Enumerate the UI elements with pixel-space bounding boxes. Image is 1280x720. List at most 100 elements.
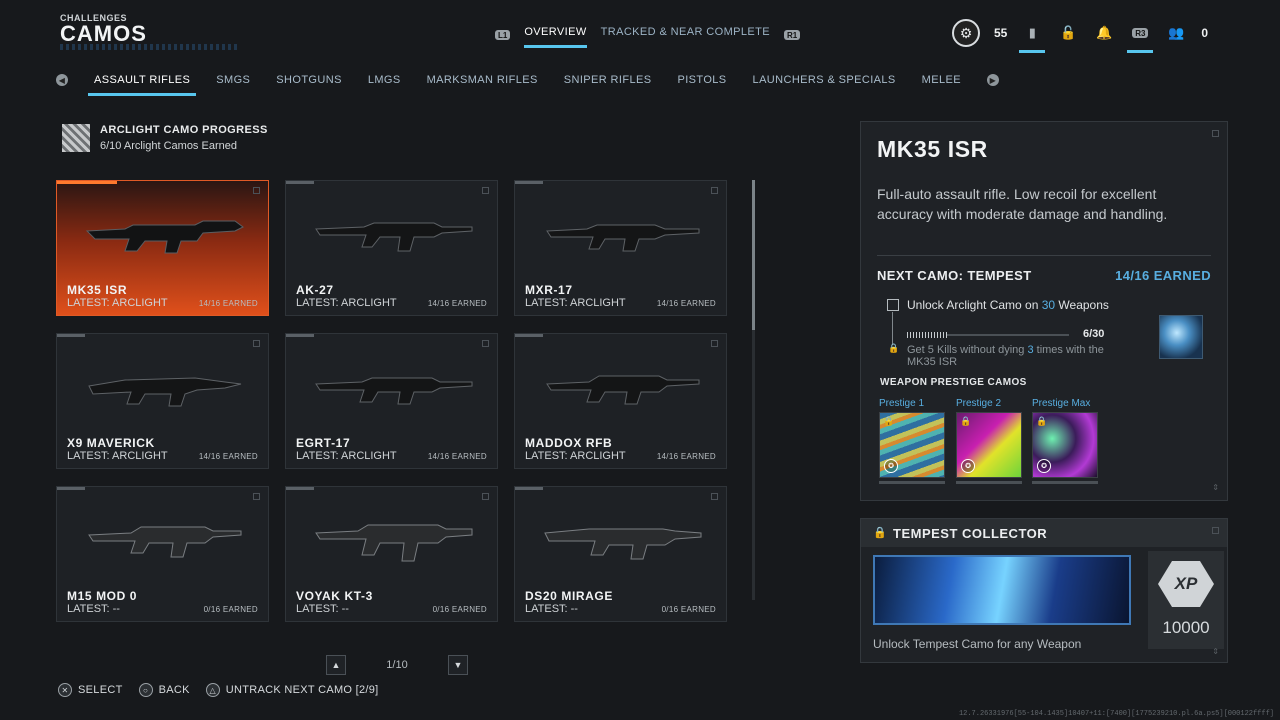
tempest-collector-panel: 🔒 TEMPEST COLLECTOR XP 10000 Unlock Temp… — [860, 518, 1228, 663]
grid-scrollbar-thumb[interactable] — [752, 180, 755, 330]
panel-corner-icon — [1212, 527, 1219, 534]
weapon-name: M15 MOD 0 — [67, 589, 138, 603]
weapon-earned-count: 0/16 EARNED — [661, 605, 716, 614]
prestige-emblem-icon: ✪ — [961, 459, 975, 473]
prestige-2-camo[interactable]: Prestige 2 🔒 ✪ — [956, 398, 1024, 484]
egrt-17-weapon-image — [315, 377, 473, 405]
build-version: 12.7.26331976[55-104.1435]10407+11:[7400… — [958, 710, 1274, 718]
weapon-earned-count: 14/16 EARNED — [427, 452, 487, 461]
card-corner-icon — [482, 493, 489, 500]
xp-reward-badge: XP 10000 — [1148, 551, 1224, 649]
weapon-name: MXR-17 — [525, 283, 573, 297]
mk35-isr-weapon-image — [85, 220, 244, 254]
tab-launchers-specials[interactable]: LAUNCHERS & SPECIALS — [753, 74, 896, 92]
tempest-collector-reward-image[interactable] — [873, 555, 1131, 625]
maddox-rfb-weapon-image — [546, 375, 700, 405]
prestige-label: Prestige 2 — [956, 398, 1002, 409]
r1-button-icon[interactable]: R1 — [783, 30, 801, 40]
page-up-button[interactable]: ▲ — [326, 655, 346, 675]
weapon-latest-camo: LATEST: ARCLIGHT — [67, 450, 168, 462]
challenge-progress-track — [947, 334, 1069, 336]
detail-weapon-description: Full-auto assault rifle. Low recoil for … — [877, 186, 1168, 222]
challenge-connector — [892, 312, 893, 344]
button-prompts: ✕ SELECT ○ BACK △ UNTRACK NEXT CAMO [2/9] — [58, 683, 379, 697]
card-corner-icon — [482, 187, 489, 194]
weapon-card-ds20-mirage[interactable]: DS20 MIRAGE LATEST: -- 0/16 EARNED — [514, 486, 727, 622]
ds20-mirage-weapon-image — [544, 528, 702, 560]
lock-icon: 🔒 — [960, 416, 972, 426]
weapon-earned-count: 14/16 EARNED — [656, 452, 716, 461]
weapon-latest-camo: LATEST: ARCLIGHT — [525, 297, 626, 309]
weapon-latest-camo: LATEST: -- — [525, 603, 578, 615]
challenge-checkbox[interactable] — [887, 299, 899, 311]
card-corner-icon — [253, 340, 260, 347]
tab-marksman-rifles[interactable]: MARKSMAN RIFLES — [427, 74, 538, 92]
prestige-emblem-icon: ✪ — [1037, 459, 1051, 473]
mxr-17-weapon-image — [546, 224, 700, 252]
voyak-kt-3-weapon-image — [315, 524, 473, 562]
weapon-latest-camo: LATEST: ARCLIGHT — [296, 297, 397, 309]
l1-button-icon[interactable]: L1 — [495, 30, 511, 40]
next-camo-label: NEXT CAMO: TEMPEST — [877, 268, 1032, 283]
tab-tracked-near-complete[interactable]: TRACKED & NEAR COMPLETE — [601, 26, 770, 44]
r2-button-icon[interactable]: ▶ — [986, 74, 999, 86]
dogtag-icon[interactable]: ▮ — [1019, 21, 1046, 53]
prestige-max-image: 🔒 ✪ — [1032, 412, 1098, 478]
select-label: SELECT — [78, 684, 123, 696]
page-number: 1/10 — [386, 659, 408, 671]
currency-count: 0 — [1201, 26, 1209, 40]
arclight-camo-thumbnail — [62, 124, 90, 152]
lock-icon: 🔒 — [873, 527, 887, 539]
challenge-progress-fill — [907, 332, 947, 338]
party-icon[interactable]: 👥 — [1165, 21, 1187, 45]
prestige-max-camo[interactable]: Prestige Max 🔒 ✪ — [1032, 398, 1100, 484]
weapon-latest-camo: LATEST: -- — [296, 603, 349, 615]
tab-shotguns[interactable]: SHOTGUNS — [276, 74, 342, 92]
card-accent-bar — [57, 487, 85, 490]
tab-lmgs[interactable]: LMGS — [368, 74, 401, 92]
card-corner-icon — [253, 493, 260, 500]
collector-description: Unlock Tempest Camo for any Weapon — [873, 637, 1082, 651]
weapon-name: VOYAK KT-3 — [296, 589, 373, 603]
select-prompt[interactable]: ✕ SELECT — [58, 683, 123, 697]
card-corner-icon — [482, 340, 489, 347]
unlock-icon[interactable]: 🔓 — [1057, 21, 1079, 45]
back-prompt[interactable]: ○ BACK — [138, 683, 190, 697]
panel-scroll-icon: ⇕ — [1212, 647, 1219, 656]
weapon-earned-count: 14/16 EARNED — [198, 452, 258, 461]
weapon-latest-camo: LATEST: ARCLIGHT — [525, 450, 626, 462]
camo-progress-title: ARCLIGHT CAMO PROGRESS — [100, 124, 268, 136]
tab-pistols[interactable]: PISTOLS — [677, 74, 726, 92]
prestige-1-camo[interactable]: Prestige 1 🔒 ✪ — [879, 398, 947, 484]
weapon-card-mxr-17[interactable]: MXR-17 LATEST: ARCLIGHT 14/16 EARNED — [514, 180, 727, 316]
tab-melee[interactable]: MELEE — [922, 74, 961, 92]
camo-progress-subtitle: 6/10 Arclight Camos Earned — [100, 140, 237, 152]
l2-button-icon[interactable]: ◀ — [56, 74, 68, 86]
tab-sniper-rifles[interactable]: SNIPER RIFLES — [564, 74, 652, 92]
camo-earned-count: 14/16 EARNED — [1115, 268, 1211, 283]
tab-smgs[interactable]: SMGS — [216, 74, 250, 92]
challenge1-suffix: Weapons — [1055, 298, 1109, 312]
weapon-card-mk35-isr[interactable]: MK35 ISR LATEST: ARCLIGHT 14/16 EARNED — [56, 180, 269, 316]
card-corner-icon — [253, 187, 260, 194]
top-tabs: L1 OVERVIEW TRACKED & NEAR COMPLETE R1 — [495, 26, 801, 48]
lock-icon: 🔒 — [1036, 416, 1048, 426]
challenge2-text: Get 5 Kills without dying — [907, 344, 1028, 356]
r3-menu-icon[interactable]: R3 — [1127, 21, 1154, 53]
untrack-prompt[interactable]: △ UNTRACK NEXT CAMO [2/9] — [205, 683, 379, 697]
weapon-card-m15-mod-0[interactable]: M15 MOD 0 LATEST: -- 0/16 EARNED — [56, 486, 269, 622]
page-down-button[interactable]: ▼ — [448, 655, 468, 675]
tab-overview[interactable]: OVERVIEW — [524, 26, 587, 48]
weapon-card-maddox-rfb[interactable]: MADDOX RFB LATEST: ARCLIGHT 14/16 EARNED — [514, 333, 727, 469]
weapon-card-x9-maverick[interactable]: X9 MAVERICK LATEST: ARCLIGHT 14/16 EARNE… — [56, 333, 269, 469]
notification-bell-icon[interactable]: 🔔 — [1093, 21, 1115, 45]
weapon-latest-camo: LATEST: -- — [67, 603, 120, 615]
prestige-2-image: 🔒 ✪ — [956, 412, 1022, 478]
tempest-camo-thumbnail[interactable] — [1159, 315, 1203, 359]
weapon-card-egrt-17[interactable]: EGRT-17 LATEST: ARCLIGHT 14/16 EARNED — [285, 333, 498, 469]
weapon-card-voyak-kt-3[interactable]: VOYAK KT-3 LATEST: -- 0/16 EARNED — [285, 486, 498, 622]
prestige-progress-bar — [956, 481, 1022, 484]
weapon-card-ak-27[interactable]: AK-27 LATEST: ARCLIGHT 14/16 EARNED — [285, 180, 498, 316]
tab-assault-rifles[interactable]: ASSAULT RIFLES — [87, 74, 197, 96]
prestige-emblem-icon[interactable]: ⚙ — [952, 19, 980, 47]
